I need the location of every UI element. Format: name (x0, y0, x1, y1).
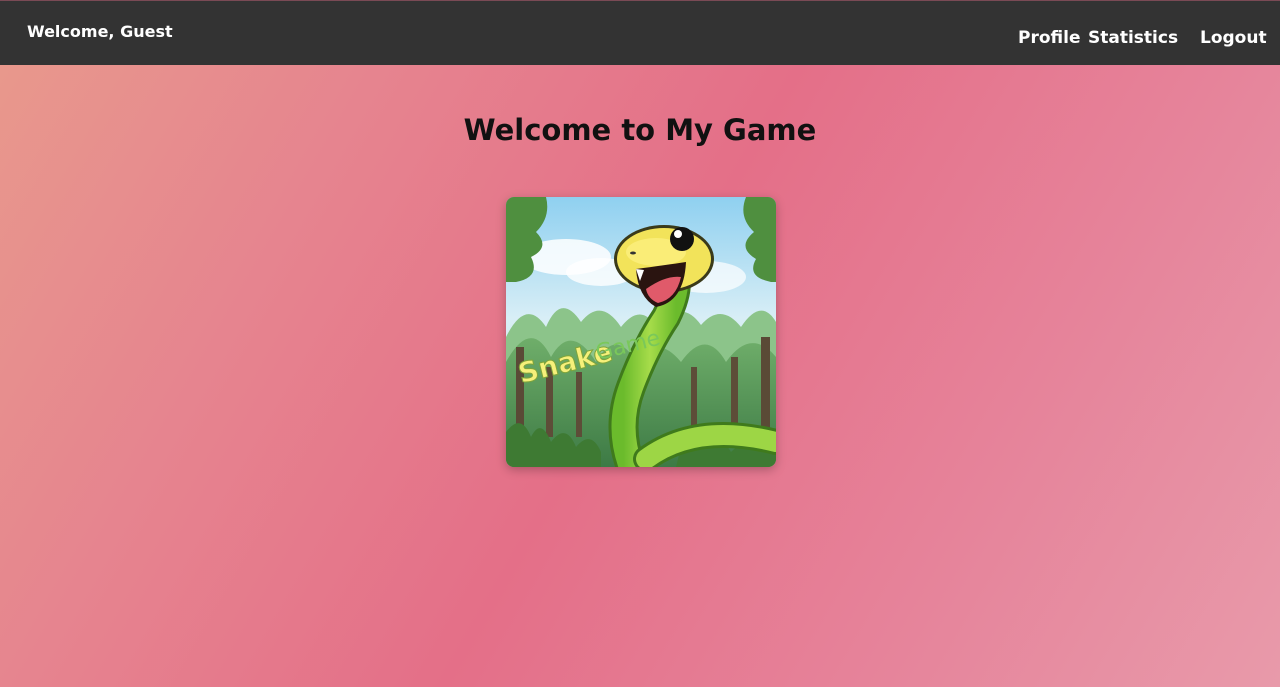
top-navbar: Welcome, Guest Profile Statistics Logout (0, 0, 1280, 65)
page-title: Welcome to My Game (463, 113, 817, 147)
snake-game-image: Snake Game (506, 197, 776, 467)
nav-logout-link[interactable]: Logout (1200, 28, 1267, 48)
snake-game-card[interactable]: Snake Game (506, 197, 776, 467)
nav-profile-link[interactable]: Profile (1018, 28, 1080, 48)
nav-statistics-link[interactable]: Statistics (1088, 28, 1178, 48)
welcome-user-text: Welcome, Guest (27, 22, 173, 41)
